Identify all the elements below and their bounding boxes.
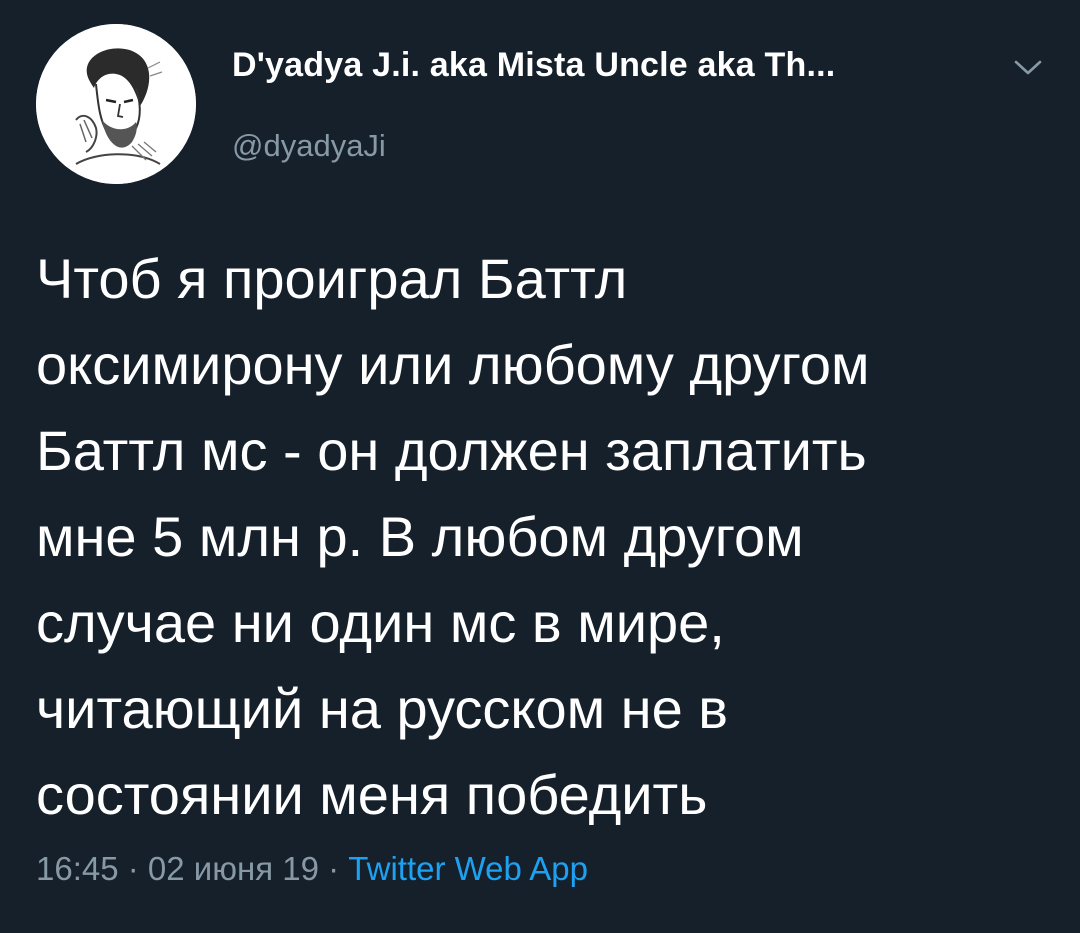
- tweet-text: Чтоб я проиграл Баттл оксимирону или люб…: [36, 247, 870, 826]
- meta-separator: ·: [118, 850, 148, 887]
- tweet-metadata: 16:45 · 02 июня 19 · Twitter Web App: [36, 850, 588, 888]
- tweet-source-link[interactable]: Twitter Web App: [348, 850, 588, 887]
- avatar[interactable]: [36, 24, 196, 184]
- tweet-date[interactable]: 02 июня 19: [148, 850, 319, 887]
- chevron-down-icon[interactable]: [1010, 52, 1046, 82]
- display-name[interactable]: D'yadya J.i. aka Mista Uncle aka Th...: [232, 46, 835, 85]
- avatar-portrait-sketch: [36, 24, 196, 184]
- meta-separator: ·: [318, 850, 349, 887]
- tweet-time[interactable]: 16:45: [36, 850, 119, 887]
- user-handle[interactable]: @dyadyaJi: [232, 128, 386, 164]
